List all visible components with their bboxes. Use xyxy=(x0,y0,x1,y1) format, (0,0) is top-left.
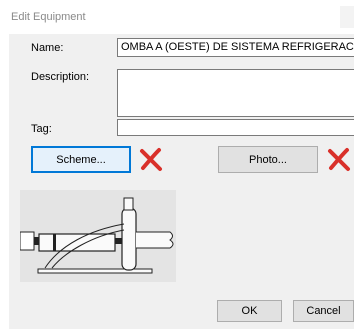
window-title: Edit Equipment xyxy=(11,11,86,23)
tag-label: Tag: xyxy=(31,123,52,135)
name-field[interactable]: OMBA A (OESTE) DE SISTEMA REFRIGERACION xyxy=(117,38,354,57)
close-button[interactable] xyxy=(340,6,354,28)
description-field[interactable] xyxy=(117,69,354,117)
tag-field[interactable] xyxy=(117,119,354,136)
window-left-edge xyxy=(0,34,9,329)
delete-scheme-button[interactable] xyxy=(138,146,164,172)
scheme-image xyxy=(19,190,176,282)
red-x-delete-icon xyxy=(140,148,162,171)
scheme-button[interactable]: Scheme... xyxy=(31,146,131,173)
pump-scheme-illustration xyxy=(19,190,176,282)
photo-button[interactable]: Photo... xyxy=(218,146,318,173)
delete-photo-button[interactable] xyxy=(326,146,352,172)
red-x-delete-icon xyxy=(328,148,350,171)
title-bar: Edit Equipment xyxy=(0,0,354,34)
description-label: Description: xyxy=(31,71,90,83)
cancel-button[interactable]: Cancel xyxy=(293,300,354,322)
ok-button[interactable]: OK xyxy=(217,300,282,322)
name-label: Name: xyxy=(31,42,64,54)
